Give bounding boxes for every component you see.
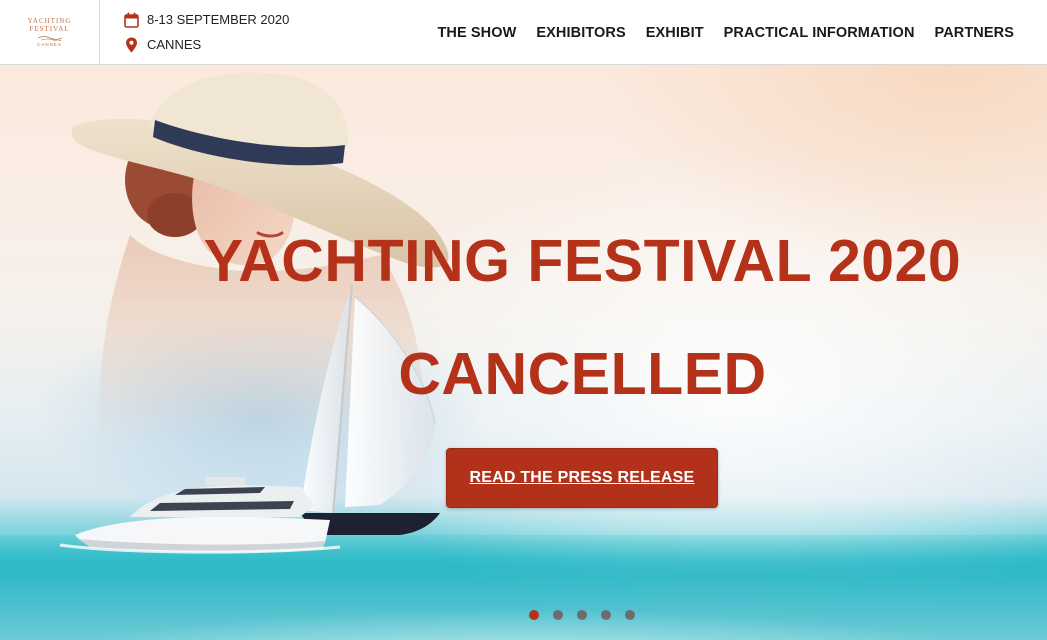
- logo-text-line3: CANNES: [37, 42, 62, 47]
- logo-wave-icon: [37, 36, 62, 41]
- slider-dot-1[interactable]: [529, 610, 539, 620]
- event-date-text: 8-13 SEPTEMBER 2020: [147, 12, 290, 27]
- event-location: CANNES: [124, 37, 289, 53]
- site-header: YACHTING FESTIVAL CANNES 8-13 SEPTEMBER …: [0, 0, 1047, 65]
- calendar-icon: [124, 12, 139, 28]
- slider-dot-3[interactable]: [577, 610, 587, 620]
- nav-exhibit[interactable]: EXHIBIT: [646, 25, 704, 41]
- hero-bottom-fade: [0, 565, 1047, 640]
- yachting-festival-logo[interactable]: YACHTING FESTIVAL CANNES: [0, 0, 100, 65]
- event-info: 8-13 SEPTEMBER 2020 CANNES: [100, 12, 289, 53]
- slider-pagination: [529, 610, 635, 620]
- event-location-text: CANNES: [147, 37, 202, 52]
- logo-text-line2: FESTIVAL: [29, 25, 70, 33]
- main-nav: THE SHOW EXHIBITORS EXHIBIT PRACTICAL IN…: [437, 0, 1014, 65]
- hero-title: YACHTING FESTIVAL 2020: [203, 228, 962, 294]
- nav-partners[interactable]: PARTNERS: [935, 25, 1014, 41]
- slider-dot-2[interactable]: [553, 610, 563, 620]
- map-pin-icon: [126, 37, 137, 52]
- event-date: 8-13 SEPTEMBER 2020: [124, 12, 289, 28]
- logo-text-line1: YACHTING: [27, 17, 72, 25]
- slider-dot-4[interactable]: [601, 610, 611, 620]
- nav-practical-information[interactable]: PRACTICAL INFORMATION: [724, 25, 915, 41]
- nav-the-show[interactable]: THE SHOW: [437, 25, 516, 41]
- hero-banner: YACHTING FESTIVAL 2020 CANCELLED READ TH…: [0, 65, 1047, 640]
- slider-dot-5[interactable]: [625, 610, 635, 620]
- nav-exhibitors[interactable]: EXHIBITORS: [536, 25, 625, 41]
- hero-status: CANCELLED: [398, 341, 767, 407]
- read-press-release-button[interactable]: READ THE PRESS RELEASE: [446, 448, 718, 508]
